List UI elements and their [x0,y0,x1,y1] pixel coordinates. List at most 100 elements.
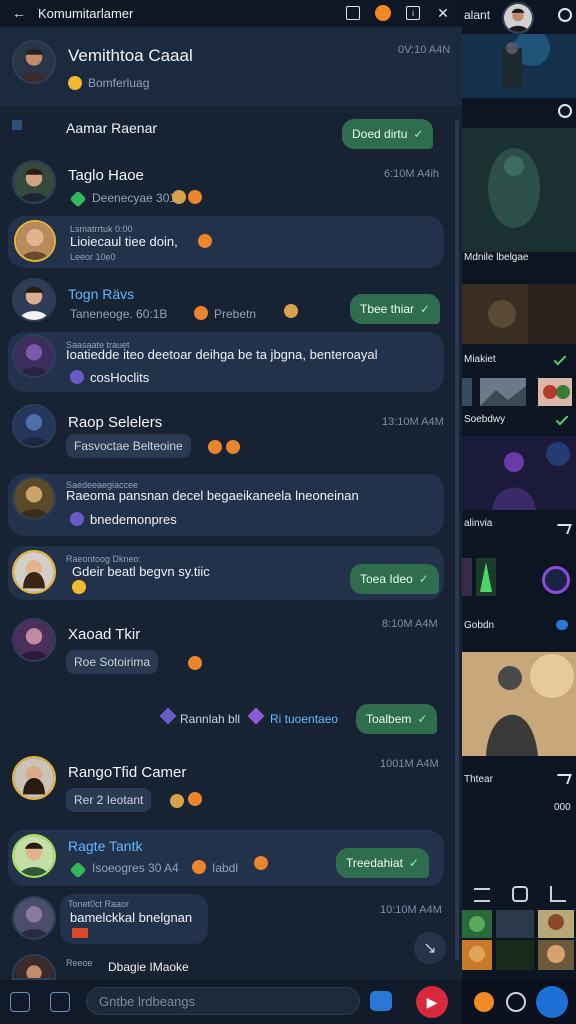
avatar [12,834,56,878]
edit-icon[interactable] [550,886,566,902]
close-button[interactable]: ✕ [432,2,454,24]
message-header: Reeoe [66,958,93,968]
back-arrow-icon[interactable]: ← [8,2,30,24]
media-caption: Thtear [464,774,493,785]
message-preview-2: Prebetn [214,307,257,321]
smile-emoji-icon [72,580,86,594]
reply-bubble[interactable]: Toea Ideo ✓ [350,564,439,594]
pinned-time: 0V:10 A4N [398,44,451,56]
message-sender: Xaoad Tkir [68,626,141,643]
scroll-down-button[interactable]: ↘ [414,932,446,964]
media-thumbnail[interactable] [462,436,576,510]
flask-emoji-icon [172,190,186,204]
info-button[interactable]: i [402,2,424,24]
status-indicator[interactable] [372,2,394,24]
gem-icon [159,707,177,725]
pinned-conversation[interactable]: Vemithtoa Caaal Bomferluag 0V:10 A4N [0,28,462,106]
message-sender: Aamar Raenar [66,120,158,136]
media-thumbnail[interactable] [496,910,534,938]
scrollbar[interactable] [455,120,459,960]
reply-text: Toalbem [366,712,412,726]
message-text: Ioatiedde iteo deetoar deihga be ta jbgn… [66,347,378,362]
pumpkin-emoji-icon [208,440,222,454]
media-thumbnail[interactable] [462,652,576,756]
calendar-icon-button[interactable] [342,2,364,24]
pumpkin-emoji-icon [198,234,212,248]
message-chip: Roe Sotoirima [66,650,159,674]
avatar [12,334,56,378]
reply-bubble[interactable]: Tbee thiar ✓ [350,294,441,324]
bottom-nav [462,980,576,1024]
media-thumbnail[interactable] [462,128,576,252]
flame-emoji-icon [188,190,202,204]
media-thumbnail[interactable] [462,910,492,938]
record-button[interactable]: ▶ [416,986,448,1018]
message-text: Dbagie IMaoke [108,960,189,974]
reply-text: Treedahiat [346,856,403,870]
message-time: 8:10M A4M [382,618,438,630]
sticker-button-icon[interactable] [370,991,392,1011]
message-header: Tonet0ct Raaor [68,899,130,909]
media-thumbnail[interactable] [480,378,526,406]
media-thumbnail[interactable] [462,34,576,98]
panel-avatar[interactable] [502,2,534,34]
message-time: 1001M A4M [380,758,439,770]
menu-icon[interactable] [558,8,572,22]
window-title: Komumitarlamer [38,5,134,21]
media-thumbnail[interactable] [462,940,492,970]
clock-emoji-icon [194,306,208,320]
media-thumbnail[interactable] [496,940,534,970]
message-time: 13:10M A4M [382,416,444,428]
media-caption: Mdnile lbelgae [464,252,529,263]
media-thumbnail[interactable] [538,940,574,970]
share-icon[interactable] [554,524,572,534]
gem-emoji-icon [70,512,84,526]
reply-bubble[interactable]: Treedahiat ✓ [336,848,429,878]
clock-icon[interactable] [558,104,572,118]
message-input[interactable] [86,987,360,1015]
media-thumbnail[interactable] [462,378,472,406]
message-sender: Togn Rävs [68,286,135,302]
face-nav-icon[interactable] [506,992,526,1012]
attach-icon[interactable] [10,992,30,1012]
top-bar: ← Komumitarlamer i ✕ [0,0,462,26]
message-footer: Leeor 10e0 [70,252,116,262]
flask-emoji-icon [284,304,298,318]
media-thumbnail[interactable] [462,558,472,596]
flame-emoji-icon [254,856,268,870]
profile-nav-icon[interactable] [536,986,568,1018]
media-thumbnail[interactable] [462,284,576,344]
read-check-icon: ✓ [420,302,431,316]
reply-text: Doed dirtu [352,127,408,141]
message-text: Gdeir beatl begvn sy.tiic [72,564,210,579]
heart-icon[interactable] [556,620,568,630]
message-header: Lsmatrrtuk 0:00 [70,224,133,234]
bell-icon [68,76,82,90]
avatar [12,954,56,980]
story-ring-icon[interactable] [542,566,570,594]
list-icon[interactable] [474,888,490,902]
message-text: Lioiecaul tiee doin, [70,234,178,249]
flame-emoji-icon [188,656,202,670]
avatar [12,404,56,448]
message-text-2: cosHoclits [90,370,150,385]
media-thumbnail[interactable] [538,910,574,938]
media-thumbnail[interactable] [538,378,572,406]
chat-icon[interactable] [512,886,528,902]
message-time: 10:10M A4M [380,904,442,916]
read-check-icon: ✓ [413,127,424,141]
square-icon [12,120,22,130]
message-text: bamelckkal bnelgnan [70,910,193,925]
message-preview: Rannlah bll [180,712,241,726]
camera-icon[interactable] [50,992,70,1012]
media-thumbnail[interactable] [476,558,496,596]
message-sender: Taglo Haoe [68,167,144,184]
orange-status-icon [375,5,391,21]
flask-emoji-icon [170,794,184,808]
reply-bubble[interactable]: Doed dirtu ✓ [342,119,434,149]
emoji-nav-icon[interactable] [474,992,494,1012]
fire-emoji-icon [72,928,88,938]
message-preview: Deenecyae 3010 [92,191,183,205]
share-icon[interactable] [554,774,572,784]
reply-bubble[interactable]: Toalbem ✓ [356,704,438,734]
